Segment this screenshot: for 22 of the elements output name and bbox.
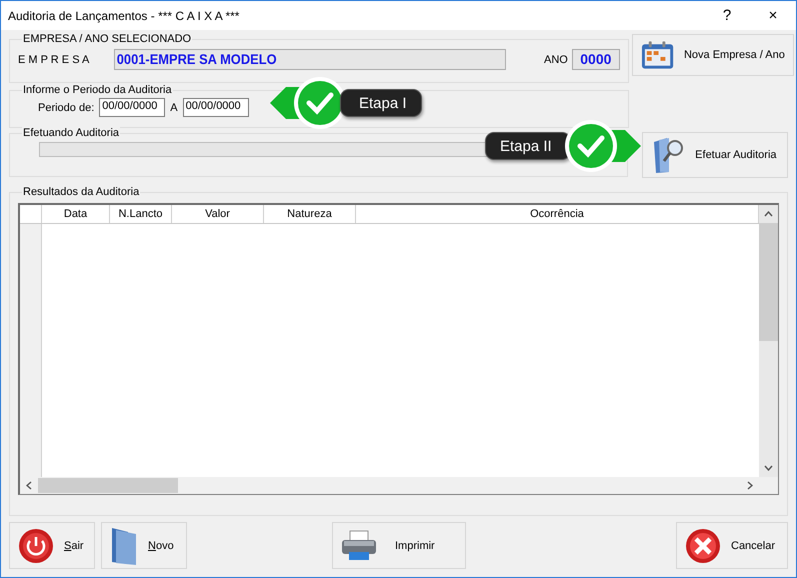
group-label: Efetuando Auditoria xyxy=(22,127,120,139)
exit-button[interactable]: Sair xyxy=(9,522,95,569)
group-label: EMPRESA / ANO SELECIONADO xyxy=(22,33,192,45)
window-title: Auditoria de Lançamentos - *** C A I X A *** xyxy=(8,8,240,22)
field-label: Periodo de: xyxy=(38,102,94,114)
company-field[interactable]: 0001-EMPRE SA MODELO xyxy=(114,49,506,70)
run-audit-button[interactable]: Efetuar Auditoria xyxy=(642,132,788,178)
field-label: E M P R E S A xyxy=(18,54,90,66)
step-label: Etapa I xyxy=(340,89,422,117)
field-label: ANO xyxy=(544,54,568,66)
group-label: Resultados da Auditoria xyxy=(22,186,140,198)
new-button[interactable]: Novo xyxy=(101,522,187,569)
date-field[interactable]: 00/00/0000 xyxy=(182,98,249,117)
new-company-button[interactable]: Nova Empresa / Ano xyxy=(632,34,794,76)
cancel-button[interactable]: Cancelar xyxy=(676,522,788,569)
year-field[interactable]: 0000 xyxy=(572,49,620,70)
close-button[interactable]: × xyxy=(750,7,796,24)
print-button[interactable]: Imprimir xyxy=(332,522,466,569)
date-field[interactable]: 00/00/0000 xyxy=(99,98,166,117)
help-button[interactable]: ? xyxy=(704,7,750,24)
group-label: Informe o Periodo da Auditoria xyxy=(22,84,173,96)
field-label: A xyxy=(170,102,178,114)
